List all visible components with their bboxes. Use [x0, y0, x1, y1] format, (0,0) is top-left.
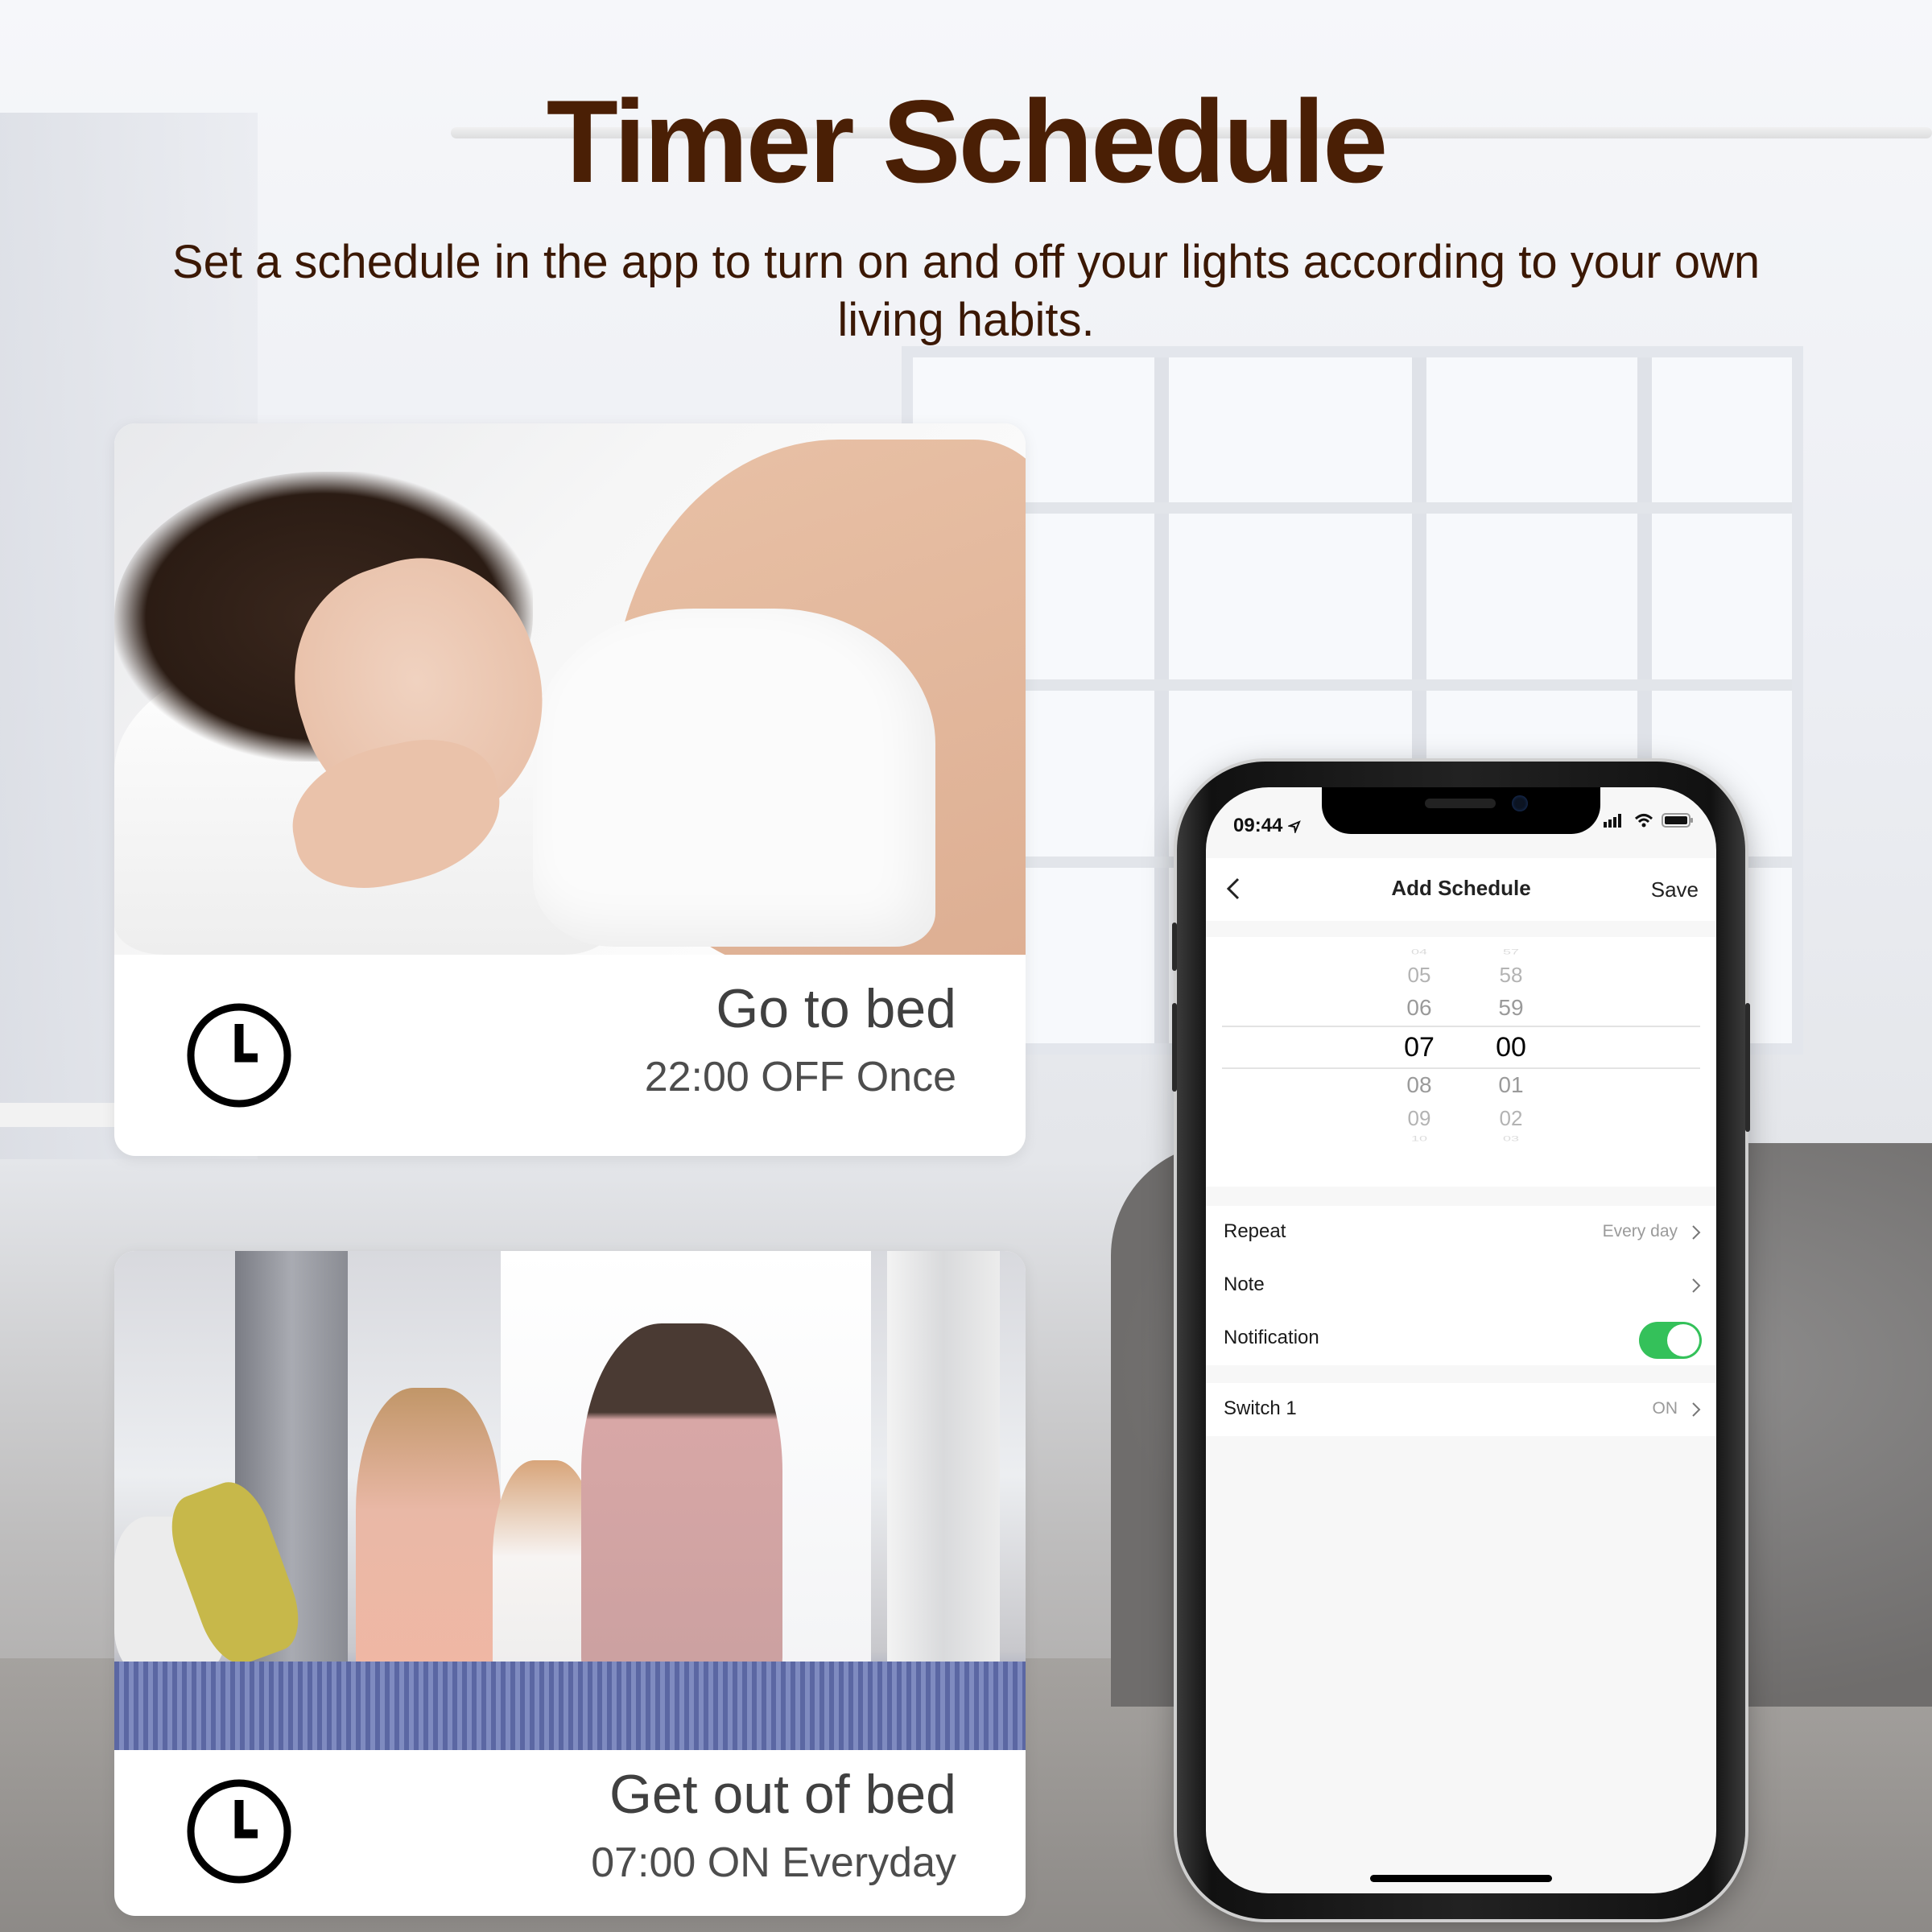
- page-subtitle: Set a schedule in the app to turn on and…: [171, 236, 1761, 346]
- settings-group: Repeat Every day Note Notification: [1206, 1206, 1716, 1365]
- hour-option[interactable]: 09: [1387, 1106, 1451, 1131]
- setting-label: Switch 1: [1224, 1397, 1297, 1419]
- photo-family-stretching: [114, 1251, 1026, 1750]
- schedule-card-go-to-bed: Go to bed 22:00 OFF Once: [114, 423, 1026, 1156]
- hour-option[interactable]: 08: [1387, 1072, 1451, 1098]
- photo-woman-sleeping: [114, 423, 1026, 955]
- picker-selection-line: [1222, 1026, 1700, 1027]
- minute-option[interactable]: 01: [1479, 1072, 1543, 1098]
- setting-value: ON: [1652, 1399, 1678, 1418]
- phone-button: [1172, 923, 1177, 971]
- picker-selection-line: [1222, 1067, 1700, 1069]
- phone-button: [1172, 1003, 1177, 1092]
- minute-option[interactable]: 59: [1479, 995, 1543, 1021]
- chevron-right-icon: [1692, 1225, 1701, 1240]
- setting-label: Notification: [1224, 1327, 1319, 1348]
- card-info: Get out of bed 07:00 ON Everyday: [114, 1750, 1026, 1916]
- setting-label: Note: [1224, 1274, 1265, 1295]
- hour-option[interactable]: 10: [1387, 1134, 1451, 1143]
- status-time: 09:44: [1233, 815, 1301, 837]
- card-title: Go to bed: [716, 978, 956, 1039]
- signal-icon: [1604, 814, 1621, 828]
- time-picker[interactable]: 04 05 06 07 08 09 10 57 58 59 00 01 02 0…: [1206, 937, 1716, 1187]
- phone-screen: 09:44 Add Schedule Save 04 05 06 07 08 0…: [1206, 787, 1716, 1893]
- screen-title: Add Schedule: [1391, 876, 1531, 900]
- selected-minute[interactable]: 00: [1479, 1032, 1543, 1063]
- clock-icon: [187, 1003, 291, 1108]
- hour-option[interactable]: 04: [1387, 947, 1451, 956]
- battery-icon: [1662, 813, 1693, 828]
- setting-label: Repeat: [1224, 1220, 1286, 1242]
- minute-option[interactable]: 57: [1479, 947, 1543, 956]
- setting-row-switch[interactable]: Switch 1 ON: [1206, 1383, 1716, 1436]
- nav-bar: Add Schedule Save: [1206, 858, 1716, 921]
- phone-mockup: 09:44 Add Schedule Save 04 05 06 07 08 0…: [1172, 762, 1750, 1919]
- location-arrow-icon: [1286, 819, 1301, 835]
- selected-hour[interactable]: 07: [1387, 1032, 1451, 1063]
- setting-value: Every day: [1602, 1222, 1678, 1241]
- status-icons: [1604, 813, 1694, 828]
- minute-option[interactable]: 02: [1479, 1106, 1543, 1131]
- card-title: Get out of bed: [609, 1764, 956, 1825]
- setting-row-repeat[interactable]: Repeat Every day: [1206, 1206, 1716, 1259]
- card-schedule-detail: 07:00 ON Everyday: [591, 1839, 956, 1886]
- hour-option[interactable]: 05: [1387, 963, 1451, 988]
- front-camera: [1512, 795, 1528, 811]
- photo-man: [581, 1323, 782, 1694]
- phone-notch: [1322, 787, 1600, 834]
- photo-woman: [356, 1388, 501, 1694]
- status-time-text: 09:44: [1233, 815, 1283, 836]
- wifi-icon: [1634, 814, 1653, 828]
- photo-sheet: [533, 609, 935, 947]
- toggle-knob: [1667, 1324, 1699, 1356]
- card-info: Go to bed 22:00 OFF Once: [114, 955, 1026, 1156]
- window-mullion: [913, 679, 1792, 691]
- setting-row-notification: Notification: [1206, 1312, 1716, 1365]
- settings-group: Switch 1 ON: [1206, 1383, 1716, 1436]
- chevron-right-icon: [1692, 1402, 1701, 1417]
- schedule-card-get-out-of-bed: Get out of bed 07:00 ON Everyday: [114, 1251, 1026, 1916]
- setting-row-note[interactable]: Note: [1206, 1259, 1716, 1312]
- window-mullion: [913, 502, 1792, 514]
- chevron-right-icon: [1692, 1278, 1701, 1293]
- speaker-grille: [1425, 799, 1496, 808]
- photo-bedspread: [114, 1662, 1026, 1750]
- minute-option[interactable]: 58: [1479, 963, 1543, 988]
- phone-button: [1745, 1003, 1750, 1132]
- page-title: Timer Schedule: [546, 76, 1389, 207]
- notification-toggle[interactable]: [1639, 1322, 1702, 1359]
- minute-option[interactable]: 03: [1479, 1134, 1543, 1143]
- card-schedule-detail: 22:00 OFF Once: [644, 1054, 956, 1100]
- hour-option[interactable]: 06: [1387, 995, 1451, 1021]
- window-mullion: [1154, 357, 1169, 1043]
- save-button[interactable]: Save: [1651, 877, 1699, 902]
- clock-icon: [187, 1779, 291, 1884]
- home-indicator[interactable]: [1370, 1875, 1552, 1882]
